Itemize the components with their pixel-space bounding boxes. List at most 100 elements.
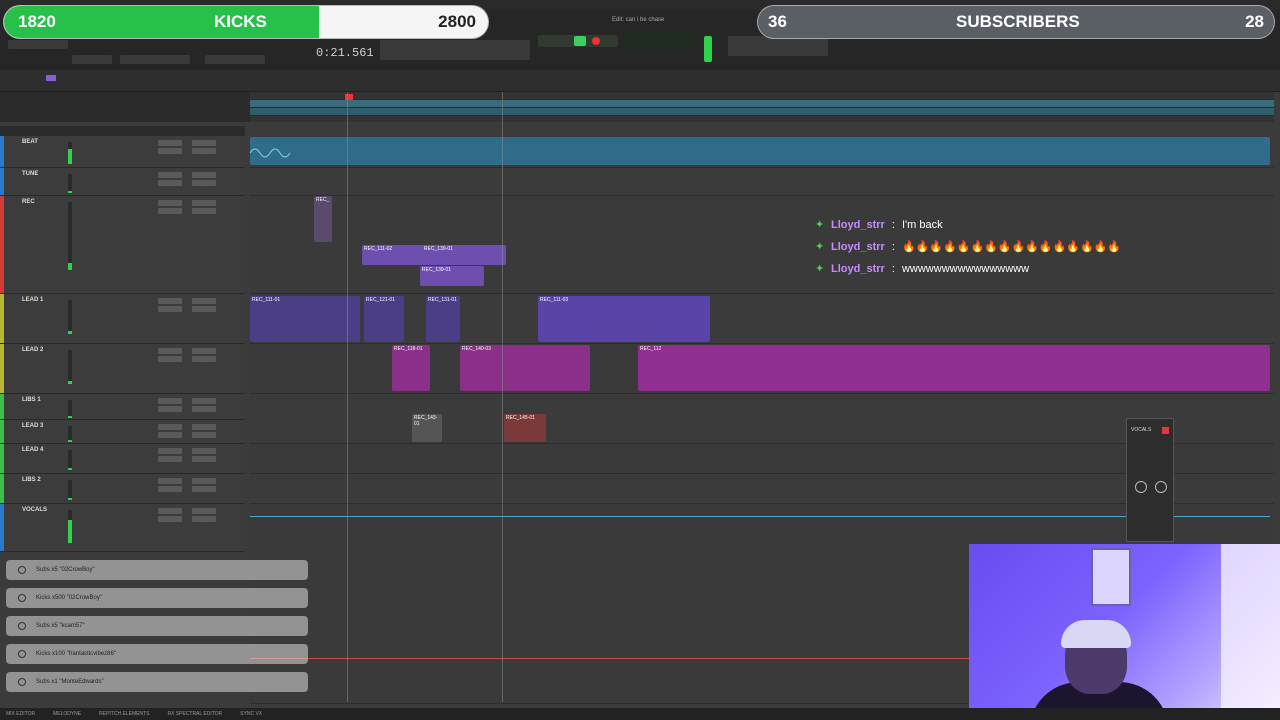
track-name[interactable]: LEAD 1 — [22, 297, 43, 303]
insert-slot[interactable] — [158, 424, 182, 430]
lane-lead-2[interactable]: REC_118-01 REC_140-03 REC_112 — [250, 344, 1274, 394]
playhead-line[interactable] — [502, 92, 503, 702]
insert-slot[interactable] — [192, 424, 216, 430]
track-name[interactable]: LIBS 2 — [22, 477, 41, 483]
insert-slot[interactable] — [192, 356, 216, 362]
bottom-tab[interactable]: MIX EDITOR — [6, 711, 35, 717]
track-name[interactable]: VOCALS — [22, 507, 47, 513]
rec-clip-3[interactable]: REC_139-01 — [422, 245, 506, 265]
plugin-close-button[interactable] — [1162, 427, 1169, 434]
insert-slot[interactable] — [158, 456, 182, 462]
insert-slot[interactable] — [158, 298, 182, 304]
insert-slot[interactable] — [158, 180, 182, 186]
insert-slot[interactable] — [158, 432, 182, 438]
track-name[interactable]: REC — [22, 199, 35, 205]
track-name[interactable]: LEAD 3 — [22, 423, 43, 429]
vocals-volume-line[interactable] — [250, 516, 1270, 517]
bottom-tab[interactable]: SYNC VX — [240, 711, 262, 717]
insert-slot[interactable] — [158, 172, 182, 178]
insert-slot[interactable] — [158, 306, 182, 312]
insert-slot[interactable] — [192, 172, 216, 178]
insert-slot[interactable] — [158, 406, 182, 412]
rec-clip-1[interactable]: REC_ — [314, 196, 332, 242]
edit-tools[interactable] — [120, 55, 190, 64]
insert-slot[interactable] — [158, 348, 182, 354]
insert-slot[interactable] — [192, 348, 216, 354]
track-name[interactable]: LEAD 4 — [22, 447, 43, 453]
lane-libs-1[interactable]: REC_143-01 REC_145-01 — [250, 394, 1274, 444]
libs-clip-1[interactable]: REC_143-01 — [412, 414, 442, 442]
lead1-clip-3[interactable]: REC_131-01 — [426, 296, 460, 342]
lead2-clip-3[interactable]: REC_112 — [638, 345, 1270, 391]
track-header-5[interactable]: LIBS 1 — [0, 394, 245, 420]
insert-slot[interactable] — [192, 200, 216, 206]
track-header-6[interactable]: LEAD 3 — [0, 420, 245, 444]
insert-slot[interactable] — [192, 516, 216, 522]
ruler-bars-beats[interactable] — [250, 92, 1274, 100]
insert-slot[interactable] — [158, 356, 182, 362]
insert-slot[interactable] — [158, 508, 182, 514]
lead1-clip-1[interactable]: REC_111-01 — [250, 296, 360, 342]
insert-slot[interactable] — [192, 298, 216, 304]
lead2-clip-2[interactable]: REC_140-03 — [460, 345, 590, 391]
insert-slot[interactable] — [192, 508, 216, 514]
marker-flag[interactable] — [46, 75, 56, 81]
plugin-window[interactable]: VOCALS — [1126, 418, 1174, 542]
ruler-meter[interactable] — [250, 108, 1274, 116]
zoom-presets[interactable] — [72, 55, 112, 64]
insert-slot[interactable] — [192, 486, 216, 492]
insert-slot[interactable] — [192, 478, 216, 484]
lane-lead-4[interactable] — [250, 444, 1274, 474]
edit-mode-buttons[interactable] — [8, 40, 68, 49]
bottom-tab[interactable]: RX SPECTRAL EDITOR — [167, 711, 222, 717]
insert-slot[interactable] — [192, 180, 216, 186]
insert-slot[interactable] — [192, 448, 216, 454]
loop-button[interactable] — [574, 36, 586, 46]
rec-clip-2[interactable]: REC_111-02 — [362, 245, 424, 265]
lead1-clip-4[interactable]: REC_111-03 — [538, 296, 710, 342]
insert-slot[interactable] — [158, 448, 182, 454]
libs-clip-2[interactable]: REC_145-01 — [504, 414, 546, 442]
insert-slot[interactable] — [192, 406, 216, 412]
ruler-tempo[interactable] — [250, 100, 1274, 108]
track-header-2[interactable]: REC — [0, 196, 245, 294]
lane-tune[interactable] — [250, 168, 1274, 196]
lane-libs-2[interactable] — [250, 474, 1274, 504]
rec-clip-4[interactable]: REC_139-01 — [420, 266, 484, 286]
insert-slot[interactable] — [158, 208, 182, 214]
track-header-0[interactable]: BEAT — [0, 136, 245, 168]
lane-lead-1[interactable]: REC_111-01 REC_121-01 REC_131-01 REC_111… — [250, 294, 1274, 344]
track-header-7[interactable]: LEAD 4 — [0, 444, 245, 474]
bottom-tab[interactable]: REPITCH ELEMENTS — [99, 711, 149, 717]
track-header-9[interactable]: VOCALS — [0, 504, 245, 552]
track-name[interactable]: TUNE — [22, 171, 38, 177]
track-name[interactable]: LIBS 1 — [22, 397, 41, 403]
record-button[interactable] — [592, 37, 600, 45]
bottom-tab[interactable]: MELODYNE — [53, 711, 81, 717]
grid-swing-settings[interactable] — [728, 36, 828, 56]
lead1-clip-2[interactable]: REC_121-01 — [364, 296, 404, 342]
plugin-knob-1[interactable] — [1135, 481, 1147, 493]
insert-slot[interactable] — [158, 516, 182, 522]
track-name[interactable]: LEAD 2 — [22, 347, 43, 353]
track-header-3[interactable]: LEAD 1 — [0, 294, 245, 344]
insert-slot[interactable] — [192, 148, 216, 154]
track-name[interactable]: BEAT — [22, 139, 38, 145]
insert-slot[interactable] — [192, 208, 216, 214]
insert-slot[interactable] — [192, 456, 216, 462]
lane-beat[interactable] — [250, 136, 1274, 168]
lead2-clip-1[interactable]: REC_118-01 — [392, 345, 430, 391]
insert-slot[interactable] — [158, 200, 182, 206]
insert-slot[interactable] — [192, 140, 216, 146]
insert-slot[interactable] — [192, 432, 216, 438]
track-header-8[interactable]: LIBS 2 — [0, 474, 245, 504]
insert-slot[interactable] — [192, 398, 216, 404]
track-header-4[interactable]: LEAD 2 — [0, 344, 245, 394]
plugin-knob-2[interactable] — [1155, 481, 1167, 493]
insert-slot[interactable] — [158, 148, 182, 154]
insert-slot[interactable] — [158, 398, 182, 404]
beat-clip[interactable] — [250, 137, 1270, 165]
track-header-1[interactable]: TUNE — [0, 168, 245, 196]
insert-slot[interactable] — [158, 486, 182, 492]
insert-slot[interactable] — [158, 140, 182, 146]
